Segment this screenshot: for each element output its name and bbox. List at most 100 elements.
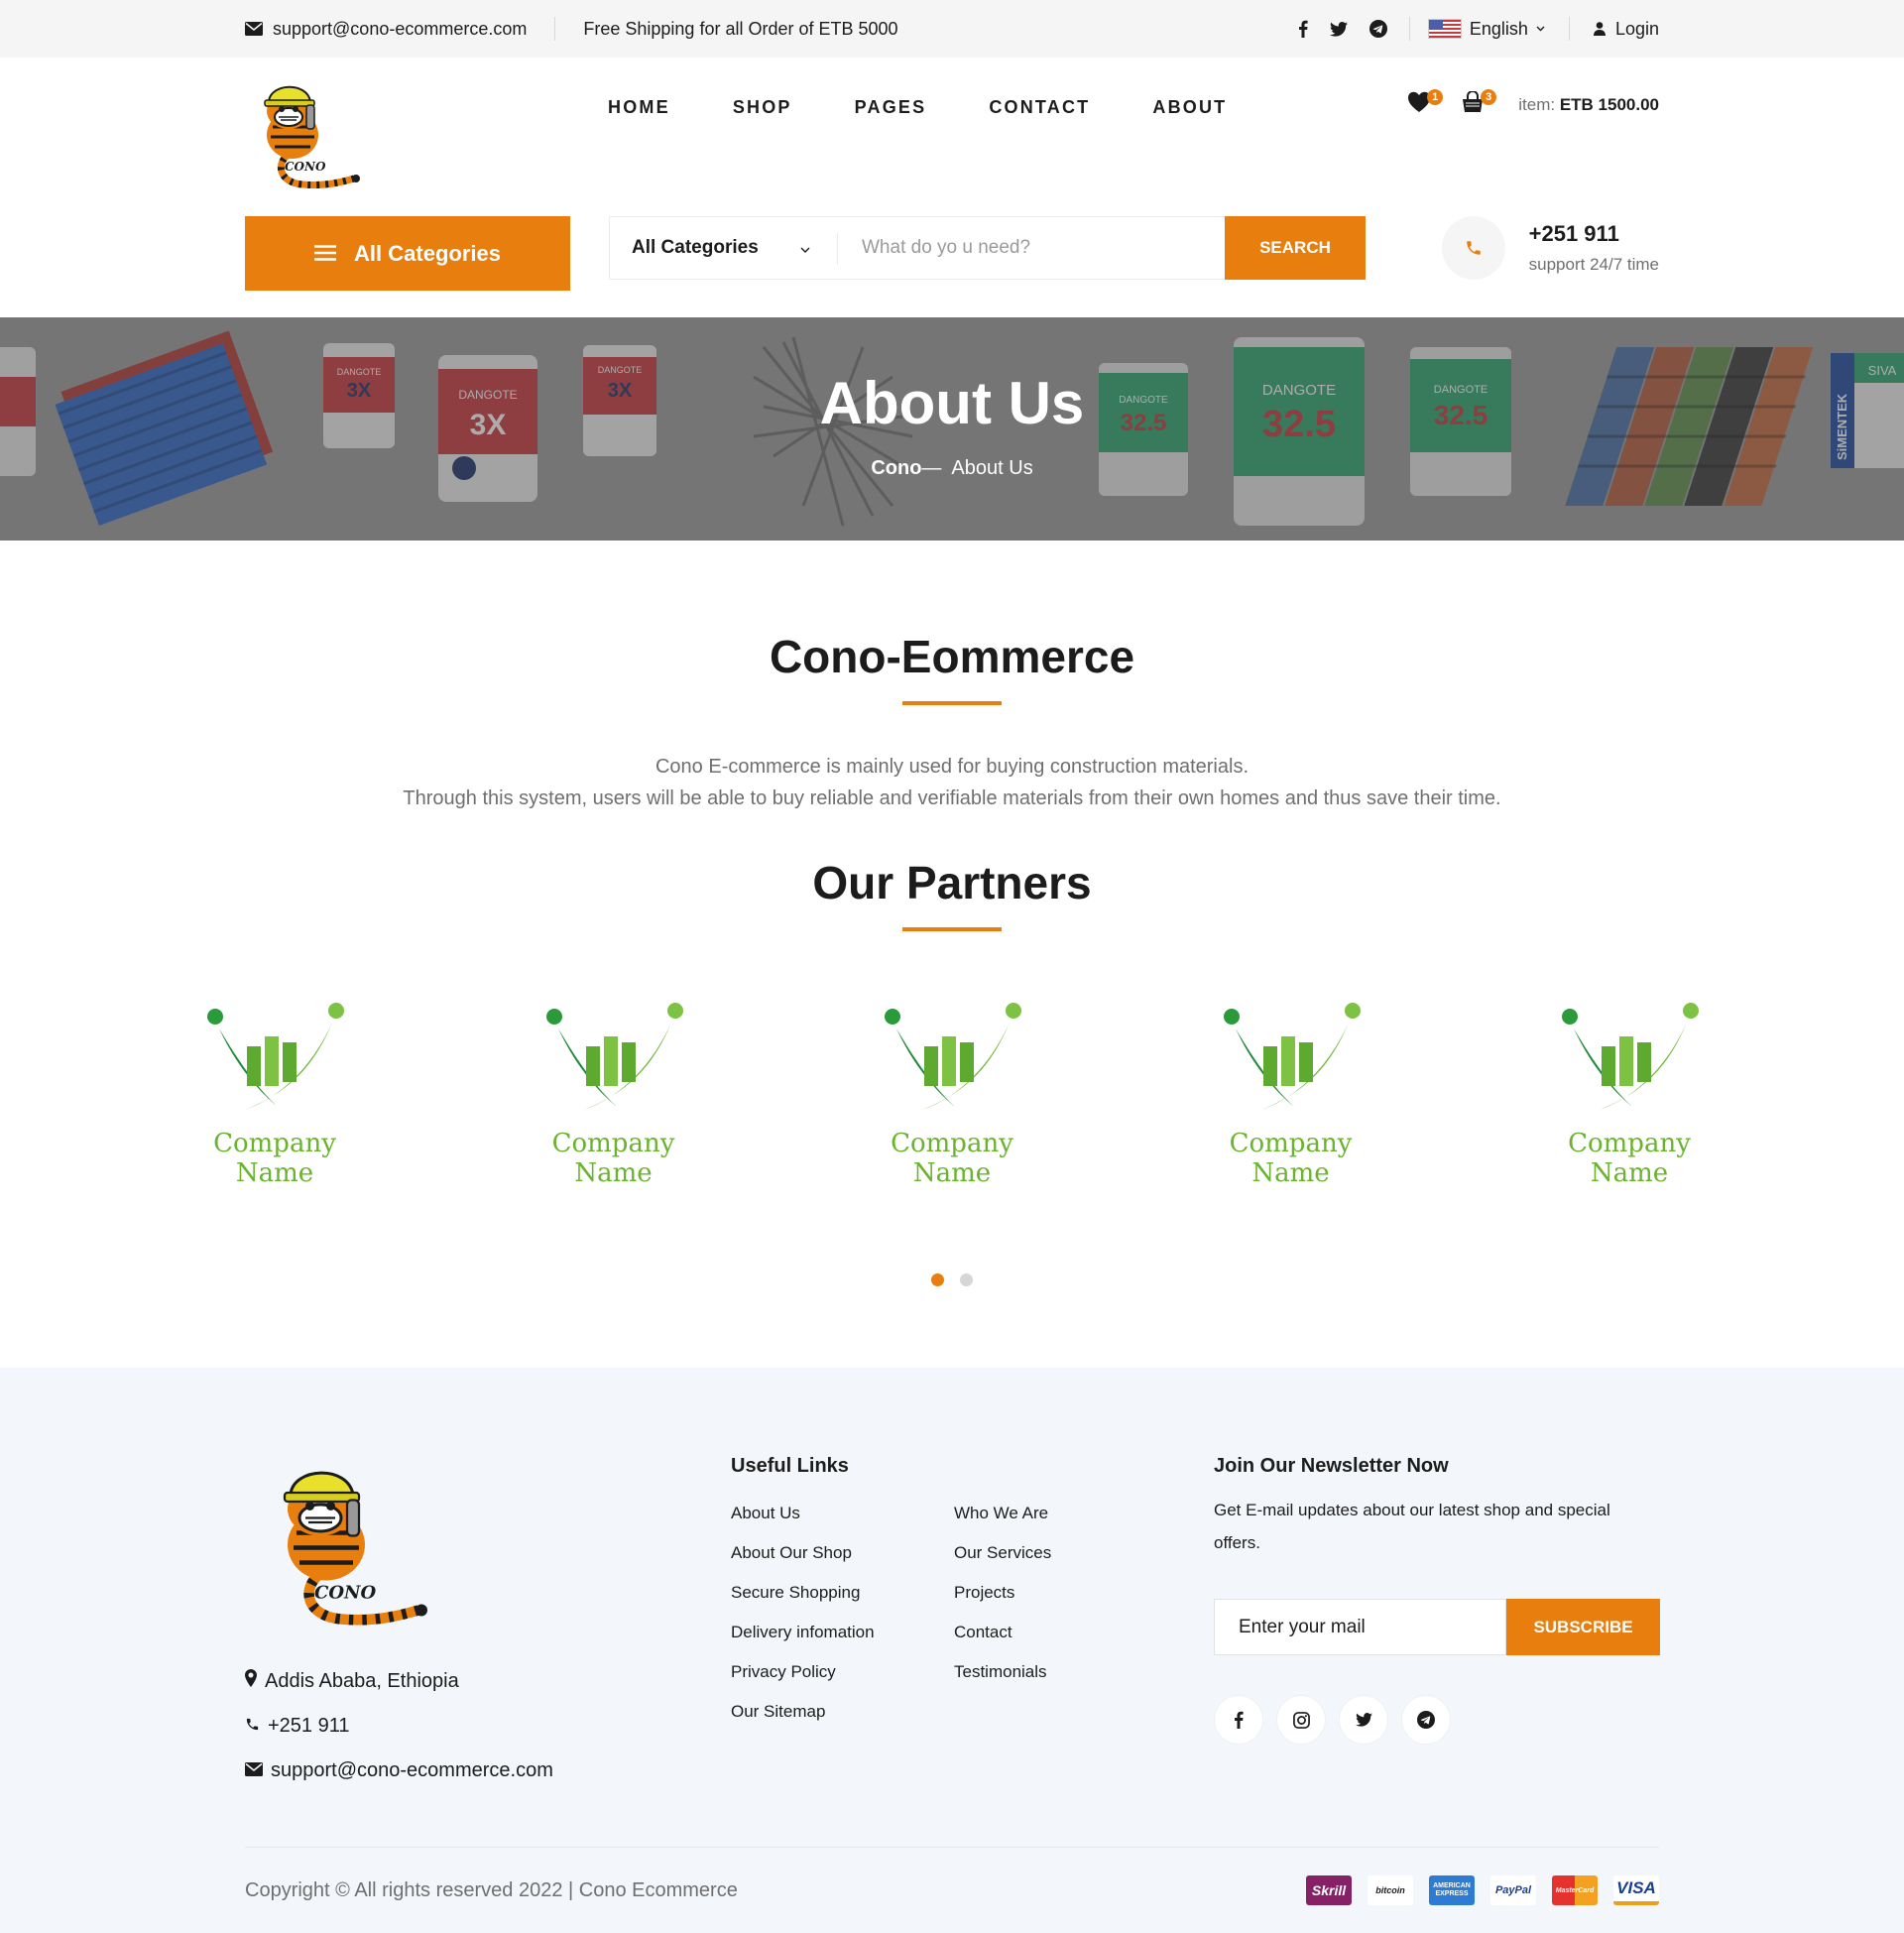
- footer: CONO Addis Ababa, Ethiopia +251 911 supp…: [0, 1368, 1904, 1933]
- payment-methods: Skrill bitcoin AMERICAN EXPRESS PayPal M…: [1306, 1875, 1659, 1905]
- support-phone: +251 911 support 24/7 time: [1441, 216, 1659, 280]
- telegram-icon[interactable]: [1368, 20, 1387, 38]
- page-title: About Us: [819, 370, 1085, 436]
- support-hours: support 24/7 time: [1528, 255, 1659, 274]
- footer-contact: Addis Ababa, Ethiopia +251 911 support@c…: [245, 1659, 553, 1793]
- footer-bottom: Copyright © All rights reserved 2022 | C…: [245, 1847, 1659, 1933]
- topbar-email[interactable]: support@cono-ecommerce.com: [245, 19, 527, 40]
- phone-icon: [245, 1704, 260, 1749]
- partner-logo-mark: [176, 1003, 374, 1119]
- search-category-select[interactable]: All Categories: [610, 217, 838, 279]
- footer-link[interactable]: Who We Are: [954, 1494, 1177, 1533]
- partner-logo[interactable]: Company Name: [176, 1003, 374, 1188]
- search-button[interactable]: SEARCH: [1225, 216, 1366, 280]
- footer-link[interactable]: Projects: [954, 1573, 1177, 1613]
- partner-name: Company Name: [1568, 1129, 1691, 1188]
- breadcrumb-current: About Us: [951, 457, 1033, 479]
- partner-logo[interactable]: Company Name: [515, 1003, 713, 1188]
- newsletter: Join Our Newsletter Now Get E-mail updat…: [1214, 1455, 1660, 1745]
- footer-link[interactable]: Contact: [954, 1613, 1177, 1652]
- user-icon: [1593, 22, 1606, 36]
- title-underline: [902, 701, 1002, 705]
- search-input[interactable]: [838, 217, 1225, 279]
- cart-button[interactable]: 3: [1461, 89, 1497, 119]
- all-categories-button[interactable]: All Categories: [245, 216, 570, 291]
- heart-icon: [1407, 91, 1431, 117]
- cart-summary[interactable]: item: ETB 1500.00: [1518, 95, 1659, 115]
- about-title: Cono-Eommerce: [769, 631, 1135, 682]
- about-section: Cono-Eommerce Cono E-commerce is mainly …: [0, 541, 1904, 1286]
- chevron-down-icon: [800, 237, 810, 259]
- search-row: All Categories All Categories SEARCH +25…: [0, 208, 1904, 317]
- footer-address: Addis Ababa, Ethiopia: [245, 1659, 553, 1704]
- footer-link[interactable]: Testimonials: [954, 1652, 1177, 1692]
- phone-icon: [1441, 216, 1505, 280]
- footer-logo[interactable]: CONO: [255, 1455, 433, 1631]
- newsletter-text: Get E-mail updates about our latest shop…: [1214, 1501, 1610, 1552]
- facebook-icon[interactable]: [1214, 1695, 1263, 1745]
- carousel-dot-1[interactable]: [931, 1273, 944, 1286]
- nav-shop[interactable]: SHOP: [733, 97, 792, 118]
- partner-logo[interactable]: Company Name: [1530, 1003, 1728, 1188]
- useful-links: Useful Links About Us About Our Shop Secur…: [731, 1455, 1177, 1732]
- shopping-bag-icon: [1461, 90, 1485, 117]
- partner-logo-mark: [1530, 1003, 1728, 1119]
- partner-logo-mark: [853, 1003, 1051, 1119]
- instagram-icon[interactable]: [1276, 1695, 1326, 1745]
- twitter-icon[interactable]: [1329, 21, 1348, 37]
- breadcrumb-home[interactable]: Cono: [871, 457, 921, 479]
- language-select[interactable]: English: [1427, 19, 1545, 40]
- visa-icon: VISA: [1613, 1875, 1659, 1905]
- envelope-icon: [245, 22, 263, 36]
- cono-logo[interactable]: CONO: [245, 75, 364, 192]
- footer-phone[interactable]: +251 911: [245, 1704, 553, 1749]
- links-column-1: About Us About Our Shop Secure Shopping Del…: [731, 1494, 954, 1732]
- menu-icon: [314, 241, 337, 267]
- title-underline: [902, 927, 1002, 931]
- nav-about[interactable]: ABOUT: [1152, 97, 1227, 118]
- logo-text: CONO: [285, 160, 326, 174]
- copyright: Copyright © All rights reserved 2022 | C…: [245, 1878, 738, 1901]
- about-description: Cono E-commerce is mainly used for buyin…: [403, 756, 1501, 809]
- amex-icon: AMERICAN EXPRESS: [1429, 1875, 1475, 1905]
- footer-link[interactable]: Secure Shopping: [731, 1573, 954, 1613]
- footer-social-links: [1214, 1695, 1660, 1745]
- login-link[interactable]: Login: [1593, 19, 1659, 40]
- partner-name: Company Name: [891, 1129, 1013, 1188]
- map-marker-icon: [245, 1659, 257, 1704]
- footer-link[interactable]: About Us: [731, 1494, 954, 1533]
- facebook-icon[interactable]: [1298, 20, 1308, 38]
- search-form: All Categories SEARCH: [609, 216, 1366, 280]
- footer-link[interactable]: Privacy Policy: [731, 1652, 954, 1692]
- nav-contact[interactable]: CONTACT: [989, 97, 1090, 118]
- twitter-icon[interactable]: [1339, 1695, 1388, 1745]
- wishlist-button[interactable]: 1: [1407, 89, 1444, 119]
- carousel-dot-2[interactable]: [960, 1273, 973, 1286]
- top-bar: support@cono-ecommerce.com Free Shipping…: [0, 0, 1904, 58]
- partner-logo[interactable]: Company Name: [1192, 1003, 1390, 1188]
- partner-name: Company Name: [1229, 1129, 1353, 1188]
- nav-pages[interactable]: PAGES: [855, 97, 927, 118]
- cart-count-badge: 3: [1481, 89, 1497, 105]
- subscribe-button[interactable]: SUBSCRIBE: [1506, 1599, 1660, 1655]
- partners-title: Our Partners: [812, 857, 1092, 908]
- cart-total: ETB 1500.00: [1559, 95, 1659, 114]
- shipping-notice: Free Shipping for all Order of ETB 5000: [583, 18, 898, 39]
- partner-name: Company Name: [213, 1129, 336, 1188]
- newsletter-email-input[interactable]: [1214, 1599, 1506, 1655]
- skrill-icon: Skrill: [1306, 1875, 1352, 1905]
- footer-link[interactable]: Delivery infomation: [731, 1613, 954, 1652]
- mastercard-icon: MasterCard: [1552, 1875, 1598, 1905]
- wishlist-count-badge: 1: [1427, 89, 1444, 105]
- newsletter-form: SUBSCRIBE: [1214, 1599, 1660, 1655]
- partner-logo[interactable]: Company Name: [853, 1003, 1051, 1188]
- footer-email[interactable]: support@cono-ecommerce.com: [245, 1749, 553, 1793]
- paypal-icon: PayPal: [1490, 1875, 1536, 1905]
- footer-link[interactable]: Our Services: [954, 1533, 1177, 1573]
- footer-logo-text: CONO: [314, 1583, 376, 1604]
- footer-link[interactable]: Our Sitemap: [731, 1692, 954, 1732]
- telegram-icon[interactable]: [1401, 1695, 1451, 1745]
- nav-home[interactable]: HOME: [608, 97, 670, 118]
- header: CONO HOME SHOP PAGES CONTACT ABOUT 1 3 i…: [0, 58, 1904, 208]
- footer-link[interactable]: About Our Shop: [731, 1533, 954, 1573]
